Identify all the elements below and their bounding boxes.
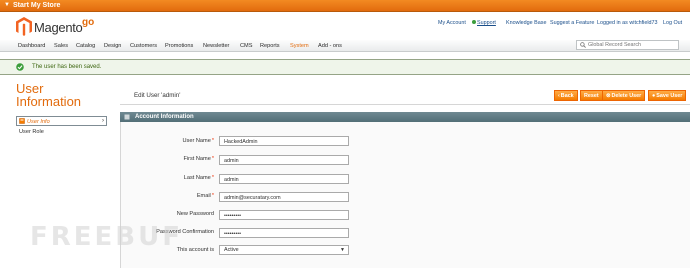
first-name-input[interactable] [219, 155, 349, 165]
dropdown-arrow-icon: ▼ [340, 247, 345, 253]
reset-button-label: Reset [584, 93, 599, 99]
logout-link[interactable]: Log Out [663, 20, 682, 26]
tab-user-info[interactable]: User Info › [16, 116, 107, 126]
nav-cms[interactable]: CMS [240, 43, 252, 49]
reset-button[interactable]: Reset [580, 90, 603, 101]
password-confirmation-input[interactable] [219, 228, 349, 238]
delete-user-button-label: Delete User [611, 93, 642, 99]
fieldset-icon [124, 114, 130, 120]
back-arrow-icon: ‹ [558, 93, 560, 99]
email-input[interactable] [219, 192, 349, 202]
tab-user-info-label: User Info [27, 119, 50, 125]
success-message-text: The user has been saved. [32, 64, 102, 70]
nav-dashboard[interactable]: Dashboard [18, 43, 45, 49]
search-icon [580, 42, 586, 48]
global-search[interactable] [576, 40, 679, 50]
back-button-label: Back [560, 93, 574, 99]
nav-reports[interactable]: Reports [260, 43, 280, 49]
required-mark: * [211, 193, 214, 199]
nav-design[interactable]: Design [104, 43, 121, 49]
magento-go-logo[interactable]: Magento go [16, 16, 116, 38]
required-mark: * [211, 156, 214, 162]
support-icon [472, 20, 476, 24]
last-name-input[interactable] [219, 174, 349, 184]
magento-logo-icon [16, 17, 32, 36]
logo-text: Magento [34, 20, 83, 35]
success-check-icon [16, 63, 24, 71]
chevron-right-icon: › [102, 118, 104, 124]
email-label-text: Email [196, 193, 211, 199]
save-user-button[interactable]: ●Save User [648, 90, 687, 101]
save-icon: ● [652, 93, 656, 99]
account-information-header: Account Information [120, 112, 690, 122]
success-message: The user has been saved. [0, 59, 690, 75]
first-name-label: First Name* [124, 156, 214, 162]
user-name-input[interactable] [219, 136, 349, 146]
delete-user-button[interactable]: ⊗Delete User [602, 90, 646, 101]
content-title: Edit User 'admin' [134, 92, 181, 99]
nav-customers[interactable]: Customers [130, 43, 157, 49]
global-search-input[interactable] [588, 42, 676, 48]
first-name-label-text: First Name [183, 156, 211, 162]
account-status-select[interactable]: Active ▼ [219, 245, 349, 255]
nav-promotions[interactable]: Promotions [165, 43, 193, 49]
nav-add-ons[interactable]: Add - ons [318, 43, 342, 49]
account-information-title: Account Information [135, 114, 194, 120]
user-info-tab-icon [19, 118, 25, 124]
tab-user-role[interactable]: User Role [19, 129, 44, 135]
back-button[interactable]: ‹Back [554, 90, 578, 101]
expand-arrow-icon[interactable]: ▼ [4, 2, 10, 8]
nav-sales[interactable]: Sales [54, 43, 68, 49]
account-status-value: Active [224, 247, 239, 253]
delete-icon: ⊗ [606, 93, 611, 99]
sidebar-title-line2: Information [16, 93, 82, 109]
watermark: FREEBUF [30, 222, 183, 252]
sidebar-title: User Information [16, 82, 116, 109]
logo-go: go [82, 17, 95, 28]
user-name-label-text: User Name [182, 138, 211, 144]
top-bar: ▼ Start My Store [0, 0, 690, 12]
user-name-label: User Name* [124, 138, 214, 144]
nav-catalog[interactable]: Catalog [76, 43, 95, 49]
email-label: Email* [124, 193, 214, 199]
header: Magento go My Account Support Knowledge … [0, 12, 690, 40]
top-bar-title[interactable]: Start My Store [13, 2, 60, 9]
support-link[interactable]: Support [477, 20, 496, 26]
last-name-label: Last Name* [124, 175, 214, 181]
content-header: Edit User 'admin' ‹Back Reset ⊗Delete Us… [120, 87, 690, 105]
save-user-button-label: Save User [656, 93, 683, 99]
required-mark: * [211, 175, 214, 181]
logged-in-text: Logged in as witchfield73 [597, 20, 658, 26]
new-password-input[interactable] [219, 210, 349, 220]
nav-system[interactable]: System [290, 43, 309, 49]
nav-newsletter[interactable]: Newsletter [203, 43, 229, 49]
required-mark: * [211, 138, 214, 144]
new-password-label: New Password [176, 211, 214, 217]
knowledge-base-link[interactable]: Knowledge Base [506, 20, 546, 26]
suggest-feature-link[interactable]: Suggest a Feature [550, 20, 594, 26]
my-account-link[interactable]: My Account [438, 20, 466, 26]
last-name-label-text: Last Name [183, 175, 211, 181]
support-link-wrapper[interactable]: Support [472, 20, 496, 26]
